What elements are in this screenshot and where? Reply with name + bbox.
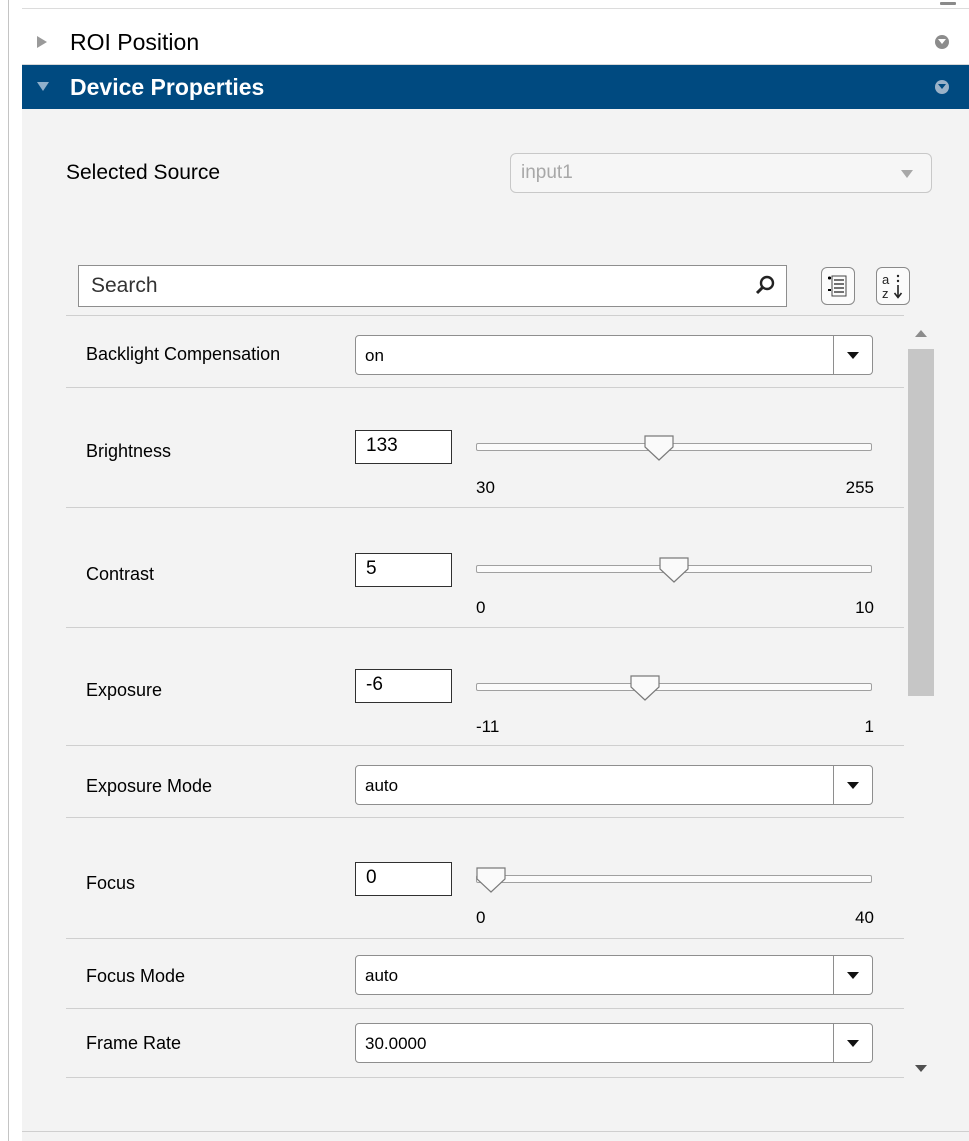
property-row-exposure: Exposure -6 -11 1 <box>66 628 904 746</box>
property-row-focus: Focus 0 0 40 <box>66 818 904 939</box>
search-icon[interactable] <box>754 274 776 296</box>
dropdown-arrow-button[interactable] <box>833 766 872 804</box>
section-header-roi-position[interactable]: ROI Position <box>22 20 969 65</box>
chevron-down-icon <box>37 82 49 91</box>
sort-az-icon: a z <box>882 272 903 301</box>
property-list: Backlight Compensation on Brightness 133… <box>66 315 904 1079</box>
exposure-mode-dropdown[interactable]: auto <box>355 765 873 805</box>
selected-source-value: input1 <box>521 162 573 183</box>
divider <box>22 8 969 9</box>
divider <box>22 1131 969 1132</box>
search-input[interactable] <box>79 266 739 306</box>
scroll-up-arrow-icon[interactable] <box>915 330 927 337</box>
section-options-icon[interactable] <box>935 35 949 49</box>
section-options-icon[interactable] <box>935 80 949 94</box>
focus-mode-dropdown[interactable]: auto <box>355 955 873 995</box>
dropdown-value: auto <box>365 966 399 985</box>
property-label: Backlight Compensation <box>86 344 281 364</box>
dropdown-value: on <box>365 346 384 365</box>
property-row-exposure-mode: Exposure Mode auto <box>66 746 904 818</box>
property-label: Brightness <box>86 441 172 461</box>
section-title: ROI Position <box>70 29 200 55</box>
svg-text:z: z <box>882 286 889 301</box>
property-label: Focus Mode <box>86 966 186 986</box>
sort-alphabetical-button[interactable]: a z <box>876 267 910 305</box>
dropdown-arrow-button[interactable] <box>833 1024 872 1062</box>
scrollbar-thumb[interactable] <box>908 349 934 696</box>
slider-max-label: 10 <box>855 598 874 617</box>
dropdown-value: auto <box>365 776 399 795</box>
categorized-list-icon <box>828 275 847 297</box>
slider-min-label: 0 <box>476 598 486 617</box>
dropdown-arrow-icon <box>901 170 913 178</box>
focus-slider-thumb[interactable] <box>476 867 506 893</box>
top-strip <box>0 0 969 8</box>
property-row-backlight-compensation: Backlight Compensation on <box>66 315 904 388</box>
focus-value-field[interactable]: 0 <box>355 862 452 896</box>
brightness-slider-thumb[interactable] <box>644 435 674 461</box>
dropdown-arrow-button[interactable] <box>833 956 872 994</box>
backlight-compensation-dropdown[interactable]: on <box>355 335 873 375</box>
frame-rate-dropdown[interactable]: 30.0000 <box>355 1023 873 1063</box>
dropdown-arrow-button[interactable] <box>833 336 872 374</box>
contrast-slider-thumb[interactable] <box>659 557 689 583</box>
selected-source-label: Selected Source <box>66 161 221 184</box>
property-label: Contrast <box>86 564 155 584</box>
selected-source-dropdown: input1 <box>510 153 932 193</box>
property-row-brightness: Brightness 133 30 255 <box>66 387 904 508</box>
slider-max-label: 40 <box>855 908 874 927</box>
property-label: Exposure <box>86 680 163 700</box>
slider-min-label: 30 <box>476 478 495 497</box>
exposure-slider-thumb[interactable] <box>630 675 660 701</box>
slider-min-label: -11 <box>476 717 500 736</box>
property-label: Frame Rate <box>86 1033 182 1053</box>
search-box[interactable] <box>78 265 787 307</box>
focus-slider-track[interactable] <box>476 875 872 883</box>
left-border <box>8 0 9 1141</box>
section-header-device-properties[interactable]: Device Properties <box>22 65 969 109</box>
brightness-value-field[interactable]: 133 <box>355 430 452 464</box>
section-title: Device Properties <box>70 74 265 100</box>
categorized-view-button[interactable] <box>821 267 855 305</box>
chevron-right-icon <box>37 36 47 48</box>
slider-max-label: 1 <box>864 717 874 736</box>
exposure-slider-track[interactable] <box>476 683 872 691</box>
slider-max-label: 255 <box>845 478 874 497</box>
property-label: Focus <box>86 873 136 893</box>
contrast-value-field[interactable]: 5 <box>355 553 452 587</box>
dropdown-value: 30.0000 <box>365 1034 427 1053</box>
scroll-down-arrow-icon[interactable] <box>915 1065 927 1072</box>
slider-min-label: 0 <box>476 908 486 927</box>
property-row-contrast: Contrast 5 0 10 <box>66 508 904 628</box>
property-label: Exposure Mode <box>86 776 213 796</box>
collapse-handle[interactable] <box>940 2 956 5</box>
property-row-focus-mode: Focus Mode auto <box>66 939 904 1009</box>
exposure-value-field[interactable]: -6 <box>355 669 452 703</box>
property-row-frame-rate: Frame Rate 30.0000 <box>66 1009 904 1078</box>
svg-text:a: a <box>882 272 890 287</box>
